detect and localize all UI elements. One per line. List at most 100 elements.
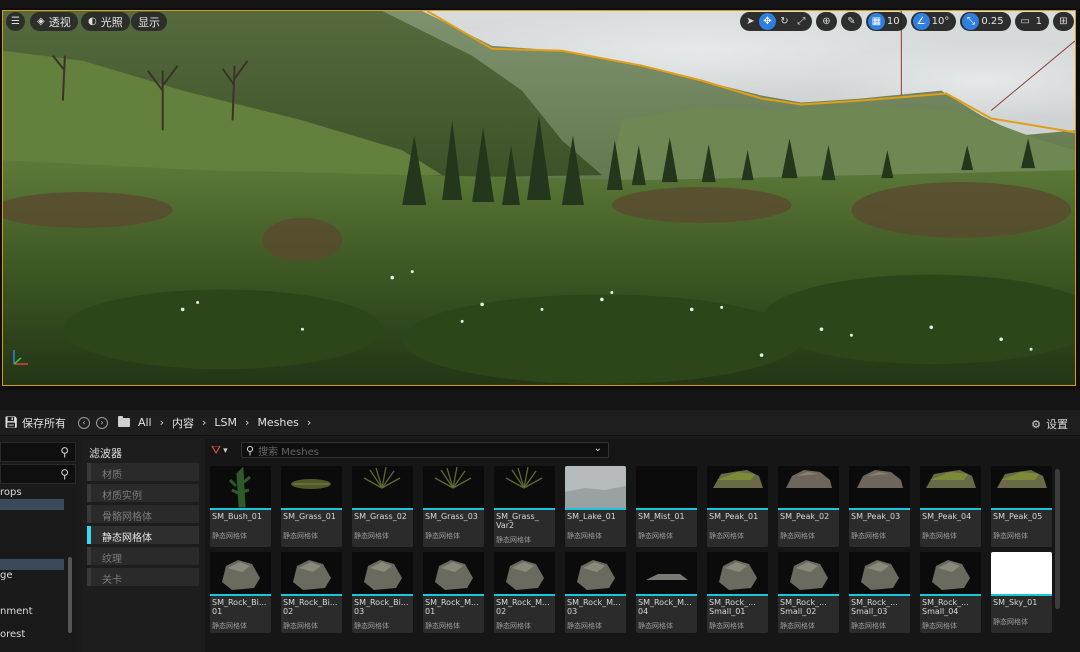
asset-name: SM_Grass_02 [354, 512, 407, 521]
level-viewport[interactable]: ☰ ◈ 透视 ◐ 光照 显示 ➤ ✥ ↻ ⤢ ⊕ ✎ ▦ 10 ∠ 10° ⤡ … [0, 8, 1080, 390]
tree-hover-row[interactable] [0, 559, 64, 570]
asset-tile[interactable]: SM_Rock_... Small_04 静态网格体 [920, 552, 981, 633]
asset-tile[interactable]: SM_Peak_03 静态网格体 [849, 466, 910, 547]
asset-type-bar [210, 508, 271, 510]
tree-item-props[interactable]: rops [0, 487, 70, 498]
filter-levels[interactable]: 关卡 [87, 568, 199, 586]
asset-tile[interactable]: SM_Grass_03 静态网格体 [423, 466, 484, 547]
rotation-snap-icon[interactable]: ∠ [912, 13, 930, 30]
move-tool-icon[interactable]: ✥ [758, 13, 776, 30]
asset-type-label: 静态网格体 [425, 532, 460, 540]
breadcrumb-lsm[interactable]: LSM [214, 416, 237, 429]
asset-tile[interactable]: SM_Rock_Bi... 03 静态网格体 [352, 552, 413, 633]
breadcrumb-separator-icon[interactable]: › [160, 416, 164, 429]
axis-gizmo-icon [13, 350, 28, 365]
asset-tile[interactable]: SM_Peak_02 静态网格体 [778, 466, 839, 547]
asset-tile[interactable]: SM_Peak_04 静态网格体 [920, 466, 981, 547]
filter-materials[interactable]: 材质 [87, 463, 199, 481]
asset-tile[interactable]: SM_Grass_02 静态网格体 [352, 466, 413, 547]
breadcrumb-separator-icon[interactable]: › [307, 416, 311, 429]
forward-icon[interactable]: › [95, 416, 108, 429]
tree-filter-input[interactable]: ⚲ [0, 464, 76, 484]
asset-tile[interactable]: SM_Rock_Bi... 02 静态网格体 [281, 552, 342, 633]
filter-textures[interactable]: 纹理 [87, 547, 199, 565]
asset-tile[interactable]: SM_Rock_... Small_02 静态网格体 [778, 552, 839, 633]
grid-snap-icon[interactable]: ▦ [867, 13, 885, 30]
filter-dropdown-button[interactable]: ⛛ ▾ [211, 443, 228, 458]
viewport-layout-icon[interactable]: ⊞ [1055, 13, 1072, 30]
asset-tile[interactable]: SM_Lake_01 静态网格体 [565, 466, 626, 547]
asset-tile[interactable]: SM_Bush_01 静态网格体 [210, 466, 271, 547]
scale-snap-group: ⤡ 0.25 [960, 12, 1011, 31]
rotate-tool-icon[interactable]: ↻ [776, 13, 793, 30]
asset-tile[interactable]: SM_Peak_05 静态网格体 [991, 466, 1052, 547]
asset-tile[interactable]: SM_Mist_01 静态网格体 [636, 466, 697, 547]
back-icon[interactable]: ‹ [77, 416, 90, 429]
viewport-menu-button[interactable]: ☰ [6, 12, 25, 31]
asset-type-bar [991, 508, 1052, 510]
asset-type-bar [210, 594, 271, 596]
grid-snap-value[interactable]: 10 [885, 16, 905, 27]
rotation-snap-value[interactable]: 10° [930, 16, 955, 27]
asset-type-label: 静态网格体 [709, 532, 744, 540]
world-space-icon[interactable]: ⊕ [818, 13, 835, 30]
filter-funnel-icon: ⛛ [211, 443, 222, 457]
asset-tile[interactable]: SM_Rock_M... 03 静态网格体 [565, 552, 626, 633]
rotation-snap-group: ∠ 10° [910, 12, 957, 31]
asset-type-bar [565, 594, 626, 596]
breadcrumb-all[interactable]: All [138, 416, 152, 429]
save-all-button[interactable]: 💾︎ 保存所有 [4, 415, 66, 431]
asset-tile[interactable]: SM_Rock_... Small_01 静态网格体 [707, 552, 768, 633]
tree-selected-row[interactable] [0, 499, 64, 510]
asset-tile[interactable]: SM_Rock_M... 02 静态网格体 [494, 552, 555, 633]
search-icon: ⚲ [60, 467, 69, 481]
asset-tile[interactable]: SM_Peak_01 静态网格体 [707, 466, 768, 547]
view-mode-button[interactable]: ◈ 透视 [30, 12, 78, 31]
asset-tile[interactable]: SM_Rock_M... 01 静态网格体 [423, 552, 484, 633]
select-tool-icon[interactable]: ➤ [742, 13, 759, 30]
tree-item-forest[interactable]: orest [0, 629, 70, 640]
asset-tile[interactable]: SM_Sky_01 静态网格体 [991, 552, 1052, 633]
filter-static-meshes[interactable]: 静态网格体 [87, 526, 199, 544]
search-icon: ⚲ [60, 445, 69, 459]
asset-name: SM_Sky_01 [993, 598, 1038, 607]
tree-item-foliage[interactable]: ge [0, 570, 70, 581]
asset-tile[interactable]: SM_Rock_M... 04 静态网格体 [636, 552, 697, 633]
viewport-frame[interactable] [2, 10, 1076, 386]
lighting-sphere-icon: ◐ [88, 16, 97, 27]
search-history-dropdown-icon[interactable]: ⌄ [594, 443, 602, 454]
surface-snap-icon[interactable]: ✎ [843, 13, 860, 30]
breadcrumb-meshes[interactable]: Meshes [257, 416, 298, 429]
breadcrumb-content[interactable]: 内容 [172, 415, 194, 431]
asset-thumbnail [352, 466, 413, 508]
breadcrumb-separator-icon[interactable]: › [245, 416, 249, 429]
asset-tile[interactable]: SM_Rock_Bi... 01 静态网格体 [210, 552, 271, 633]
camera-speed-value[interactable]: 1 [1034, 16, 1047, 27]
show-button[interactable]: 显示 [131, 12, 167, 31]
asset-name: SM_Rock_... Small_03 [851, 598, 898, 616]
landscape-scene[interactable] [3, 11, 1075, 385]
asset-search-input[interactable]: ⚲ 搜索 Meshes ⌄ [241, 442, 609, 458]
filter-skeletal-meshes[interactable]: 骨骼网格体 [87, 505, 199, 523]
view-mode-label: 透视 [48, 15, 71, 29]
scale-tool-icon[interactable]: ⤢ [793, 13, 810, 30]
tree-item-environment[interactable]: nment [0, 606, 70, 617]
tree-scrollbar[interactable] [68, 557, 72, 633]
asset-tile[interactable]: SM_Grass_01 静态网格体 [281, 466, 342, 547]
lighting-mode-button[interactable]: ◐ 光照 [81, 12, 130, 31]
asset-tile[interactable]: SM_Grass_ Var2 静态网格体 [494, 466, 555, 547]
asset-thumbnail [565, 552, 626, 594]
asset-type-label: 静态网格体 [425, 622, 460, 630]
asset-tile[interactable]: SM_Rock_... Small_03 静态网格体 [849, 552, 910, 633]
asset-name: SM_Rock_Bi... 03 [354, 598, 409, 616]
scale-snap-value[interactable]: 0.25 [979, 16, 1008, 27]
breadcrumb-separator-icon[interactable]: › [202, 416, 206, 429]
tree-search-input[interactable]: ⚲ [0, 442, 76, 462]
asset-type-label: 静态网格体 [354, 532, 389, 540]
camera-icon[interactable]: ▭ [1017, 13, 1034, 30]
settings-button[interactable]: ⚙ 设置 [1031, 416, 1068, 432]
asset-name: SM_Rock_M... 04 [638, 598, 692, 616]
scale-snap-icon[interactable]: ⤡ [962, 13, 980, 30]
asset-scrollbar[interactable] [1055, 469, 1060, 609]
filter-material-instances[interactable]: 材质实例 [87, 484, 199, 502]
